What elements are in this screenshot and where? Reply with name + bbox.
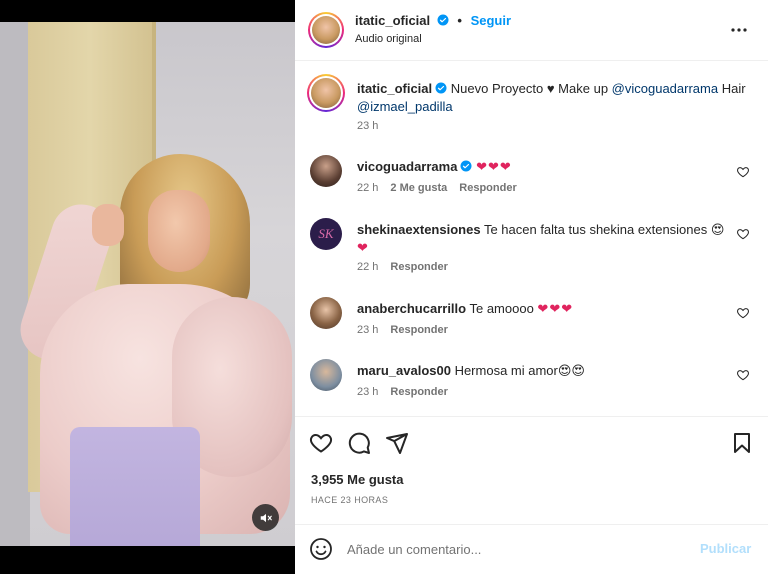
author-line: itatic_oficial • Seguir [355,13,511,28]
comment-meta: 23 h Responder [357,324,448,336]
audio-label[interactable]: Audio original [355,33,422,45]
background-wall [0,22,30,546]
reply-button[interactable]: Responder [390,386,447,398]
comment-body: Hermosa mi amor [450,363,558,378]
comment-likes[interactable]: 2 Me gusta [390,182,447,194]
person-face [148,190,210,272]
commenter-username[interactable]: maru_avalos00 [357,363,451,378]
caption-username[interactable]: itatic_oficial [357,81,432,96]
comment-item: vicoguadarrama ❤❤❤ 22 h 2 Me gusta Respond… [307,155,757,205]
follow-button[interactable]: Seguir [471,13,511,28]
post-sidebar: itatic_oficial • Seguir Audio original i… [295,0,768,574]
likes-count[interactable]: 3,955 Me gusta [311,472,404,487]
comment-emoji: 😍 [710,222,725,237]
caption-avatar[interactable] [307,74,345,112]
author-avatar[interactable] [308,12,344,48]
mention-link[interactable]: @izmael_padilla [357,99,453,114]
reply-button[interactable]: Responder [390,324,447,336]
commenter-username[interactable]: anaberchucarrillo [357,301,466,316]
post-actions: 3,955 Me gusta HACE 23 HORAS [295,416,768,524]
caption-body: Nuevo Proyecto ♥ Make up [447,81,612,96]
post-media[interactable] [0,0,295,574]
mention-link[interactable]: @vicoguadarrama [612,81,718,96]
comment-text: anaberchucarrillo Te amoooo ❤❤❤ [357,300,727,318]
heart-icon[interactable] [736,227,750,241]
comment-input[interactable] [347,539,677,559]
publish-button[interactable]: Publicar [700,541,751,556]
commenter-username[interactable]: shekinaextensiones [357,222,481,237]
heart-icon[interactable] [736,306,750,320]
commenter-avatar[interactable] [310,359,342,391]
post-dialog: itatic_oficial • Seguir Audio original i… [0,0,768,574]
comment-time[interactable]: 22 h [357,261,378,273]
emoji-icon[interactable] [309,537,333,561]
comment-emoji: ❤❤❤ [537,301,574,316]
person-hand [92,204,124,246]
comment-time[interactable]: 22 h [357,182,378,194]
comment-meta: 23 h Responder [357,386,448,398]
mute-icon [260,513,272,522]
comment-body: Te hacen falta tus shekina extensiones [480,222,711,237]
separator-dot: • [457,13,462,28]
caption-body: Hair [718,81,746,96]
comment-time[interactable]: 23 h [357,324,378,336]
comment-text: vicoguadarrama ❤❤❤ [357,158,727,176]
commenter-avatar[interactable] [310,297,342,329]
video-frame[interactable] [0,22,295,546]
commenter-username[interactable]: vicoguadarrama [357,159,457,174]
author-username[interactable]: itatic_oficial [355,13,430,28]
comment-text: shekinaextensiones Te hacen falta tus sh… [357,221,727,257]
comment-icon[interactable] [347,431,371,455]
heart-icon[interactable] [736,165,750,179]
bookmark-icon[interactable] [730,431,754,455]
post-timestamp[interactable]: HACE 23 HORAS [311,495,388,505]
comment-item: SK shekinaextensiones Te hacen falta tus… [307,218,757,273]
verified-icon [460,160,472,172]
reply-button[interactable]: Responder [459,182,516,194]
comment-item: anaberchucarrillo Te amoooo ❤❤❤ 23 h Resp… [307,297,757,347]
comment-meta: 22 h 2 Me gusta Responder [357,182,517,194]
comment-composer: Publicar [295,524,768,574]
share-icon[interactable] [385,431,409,455]
comment-emoji: 😍😍 [557,363,585,378]
caption-text: itatic_oficial Nuevo Proyecto ♥ Make up … [357,80,757,116]
comment-body: Te amoooo [466,301,538,316]
person-skirt [70,427,200,546]
verified-icon [435,82,447,94]
verified-icon [437,14,449,26]
reply-button[interactable]: Responder [390,261,447,273]
comment-text: maru_avalos00 Hermosa mi amor😍😍 [357,362,727,380]
commenter-avatar[interactable]: SK [310,218,342,250]
comment-emoji: ❤❤❤ [476,159,512,174]
commenter-avatar[interactable] [310,155,342,187]
avatar-logo: SK [318,226,334,241]
post-header: itatic_oficial • Seguir Audio original [295,0,768,61]
comment-emoji: ❤ [357,240,369,255]
comment-item: maru_avalos00 Hermosa mi amor😍😍 23 h Resp… [307,359,757,409]
comment-time[interactable]: 23 h [357,386,378,398]
comment-meta: 22 h Responder [357,261,448,273]
more-icon[interactable] [727,18,751,42]
caption-time[interactable]: 23 h [357,120,378,132]
heart-icon[interactable] [309,431,333,455]
mute-button[interactable] [252,504,279,531]
heart-icon[interactable] [736,368,750,382]
